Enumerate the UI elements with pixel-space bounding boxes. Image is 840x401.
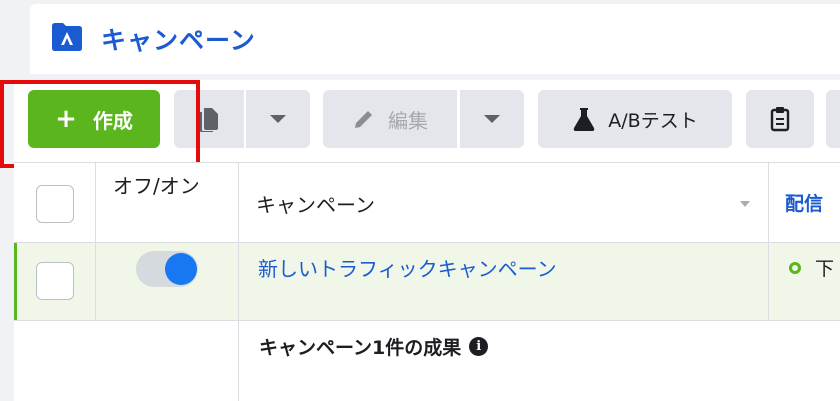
column-header-onoff[interactable]: オフ/オン: [113, 174, 203, 199]
column-divider: [768, 243, 769, 320]
delivery-status: 下: [815, 258, 835, 280]
more-actions-button[interactable]: [826, 90, 840, 148]
campaign-folder-icon: [52, 23, 82, 51]
duplicate-icon: [200, 108, 218, 132]
ads-manager-view: キャンペーン + 作成 編集 A/Bテスト オフ/オン キャンペーン 配信 新し…: [0, 0, 840, 401]
column-header-delivery[interactable]: 配信: [785, 189, 823, 216]
summary-label: キャンペーン1件の成果: [259, 337, 462, 359]
edit-button-label: 編集: [388, 108, 428, 133]
ab-test-button[interactable]: A/Bテスト: [538, 90, 732, 148]
column-divider: [238, 243, 239, 320]
campaign-name-link[interactable]: 新しいトラフィックキャンペーン: [258, 253, 557, 282]
sort-caret-icon[interactable]: [740, 201, 750, 207]
chevron-down-icon: [484, 115, 500, 123]
duplicate-dropdown-button[interactable]: [246, 90, 310, 148]
column-header-campaign[interactable]: キャンペーン: [256, 189, 375, 218]
edit-dropdown-button[interactable]: [460, 90, 524, 148]
report-button[interactable]: [746, 90, 814, 148]
select-all-checkbox[interactable]: [36, 185, 74, 223]
results-summary: キャンペーン1件の成果 i: [259, 333, 489, 360]
status-dot-icon: [789, 262, 801, 274]
toggle-knob: [165, 253, 197, 285]
edit-button[interactable]: 編集: [323, 90, 457, 148]
page-title: キャンペーン: [101, 26, 256, 55]
create-button-highlight: [0, 80, 200, 168]
info-icon[interactable]: i: [469, 337, 489, 356]
column-divider: [95, 243, 96, 320]
ab-test-label: A/Bテスト: [608, 109, 698, 132]
pencil-icon: [355, 111, 372, 128]
clipboard-icon: [770, 107, 790, 132]
chevron-down-icon: [270, 115, 286, 123]
row-checkbox[interactable]: [36, 262, 74, 300]
row-divider: [14, 320, 840, 321]
flask-icon: [574, 108, 595, 131]
